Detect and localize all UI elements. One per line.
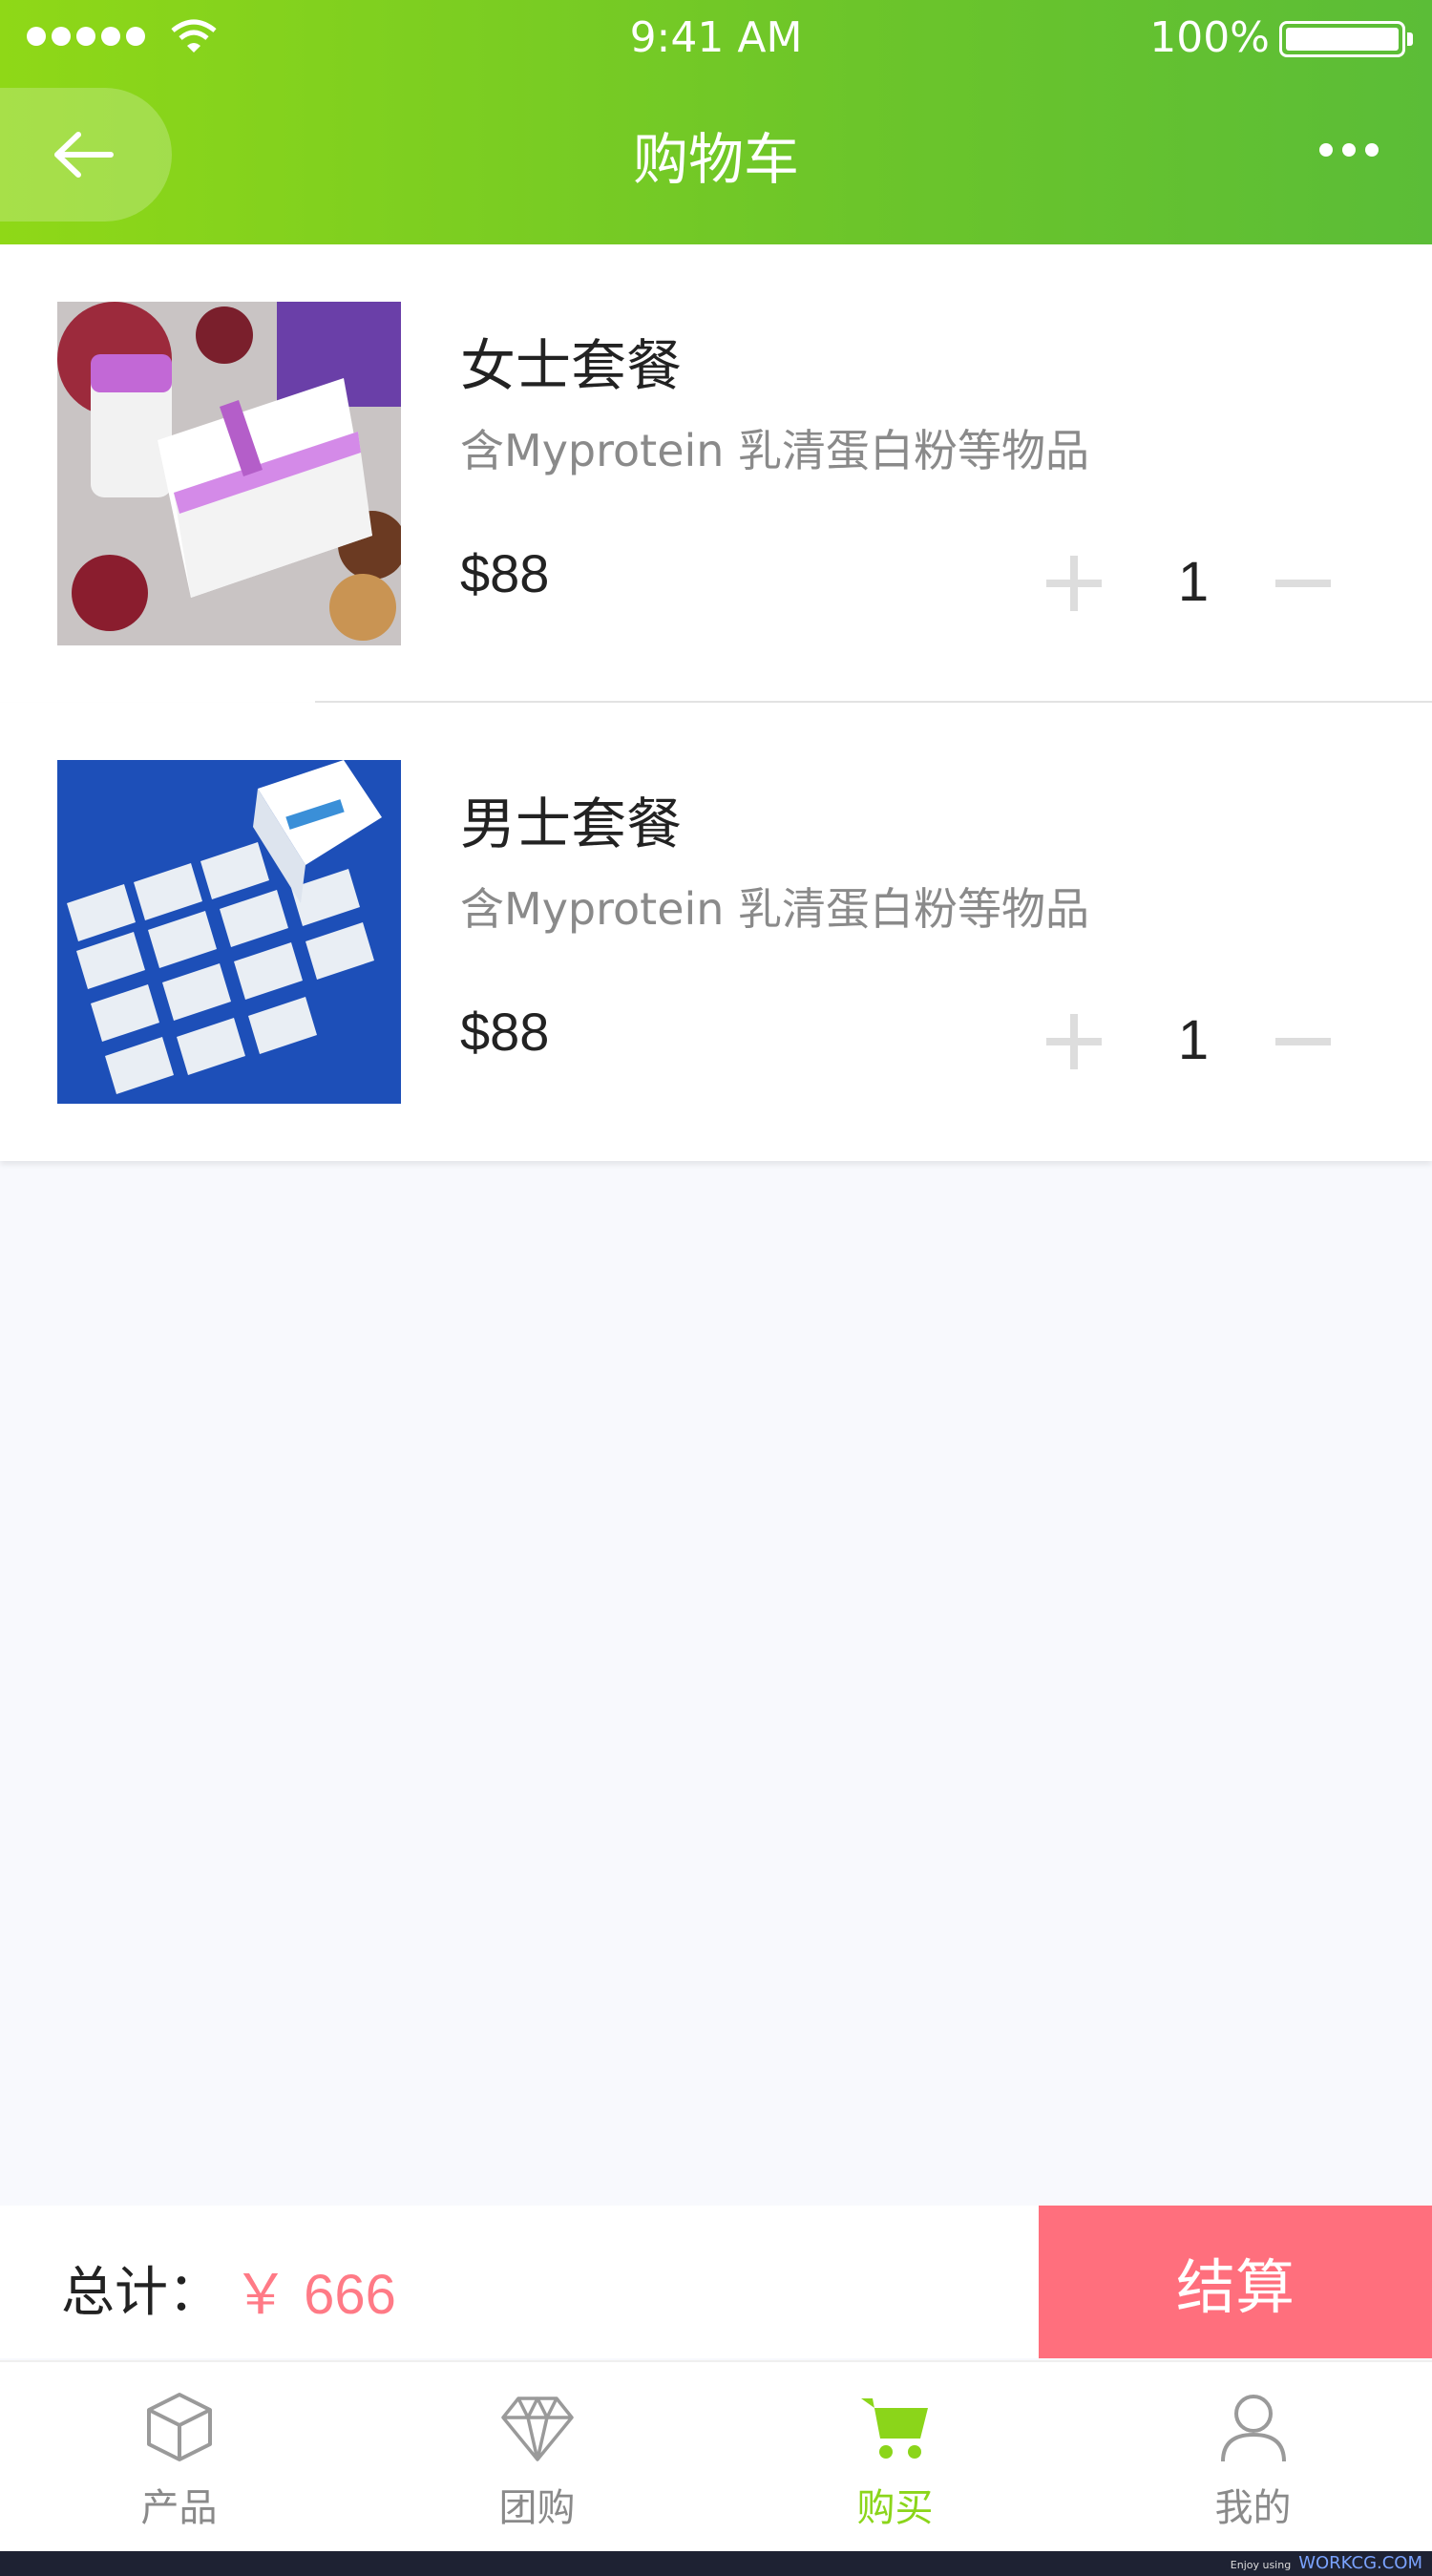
more-icon[interactable] [1319,143,1379,157]
tab-group-buy[interactable]: 团购 [358,2362,716,2553]
quantity-value: 1 [1177,551,1210,613]
cart-icon [861,2398,928,2459]
minus-button[interactable] [1270,1008,1337,1075]
item-description: 含Myprotein 乳清蛋白粉等物品 [460,883,1090,935]
plus-button[interactable] [1041,1008,1107,1075]
total-label: 总计： [61,2262,221,2324]
cart-item: 女士套餐 含Myprotein 乳清蛋白粉等物品 $88 1 [0,244,1432,703]
tab-products[interactable]: 产品 [0,2362,358,2553]
watermark: Enjoy using WORKCG.COM [1230,2553,1422,2573]
quantity-stepper: 1 [1041,1008,1337,1075]
minus-button[interactable] [1270,550,1337,617]
item-name: 女士套餐 [460,333,683,398]
user-icon [1221,2395,1286,2462]
diamond-icon [501,2397,574,2461]
tab-mine[interactable]: 我的 [1074,2362,1432,2553]
plus-button[interactable] [1041,550,1107,617]
quantity-stepper: 1 [1041,550,1337,617]
item-price: $88 [460,543,550,603]
tab-label: 产品 [140,2486,218,2530]
checkout-bar: 总计： ￥ 666 结算 [0,2206,1432,2358]
battery-icon [1279,21,1413,57]
home-indicator [0,2551,1432,2576]
tab-label: 购买 [856,2486,934,2530]
item-price: $88 [460,1002,550,1062]
product-image [57,760,401,1104]
app-header: 9:41 AM 100% 购物车 [0,0,1432,244]
page-title: 购物车 [632,127,799,192]
tab-buy[interactable]: 购买 [716,2362,1074,2553]
product-image [57,302,401,645]
tab-label: 团购 [498,2486,576,2530]
item-description: 含Myprotein 乳清蛋白粉等物品 [460,425,1090,476]
quantity-value: 1 [1177,1009,1210,1071]
checkout-button[interactable]: 结算 [1039,2206,1432,2358]
box-icon [147,2393,212,2461]
total-amount: ￥ 666 [233,2264,396,2326]
cart-item: 男士套餐 含Myprotein 乳清蛋白粉等物品 $88 1 [0,703,1432,1161]
status-bar: 9:41 AM 100% [0,0,1432,80]
item-name: 男士套餐 [460,792,683,856]
tab-bar: 产品 团购 购买 我的 [0,2360,1432,2551]
tab-label: 我的 [1214,2486,1292,2530]
battery-percent: 100% [1149,13,1270,62]
